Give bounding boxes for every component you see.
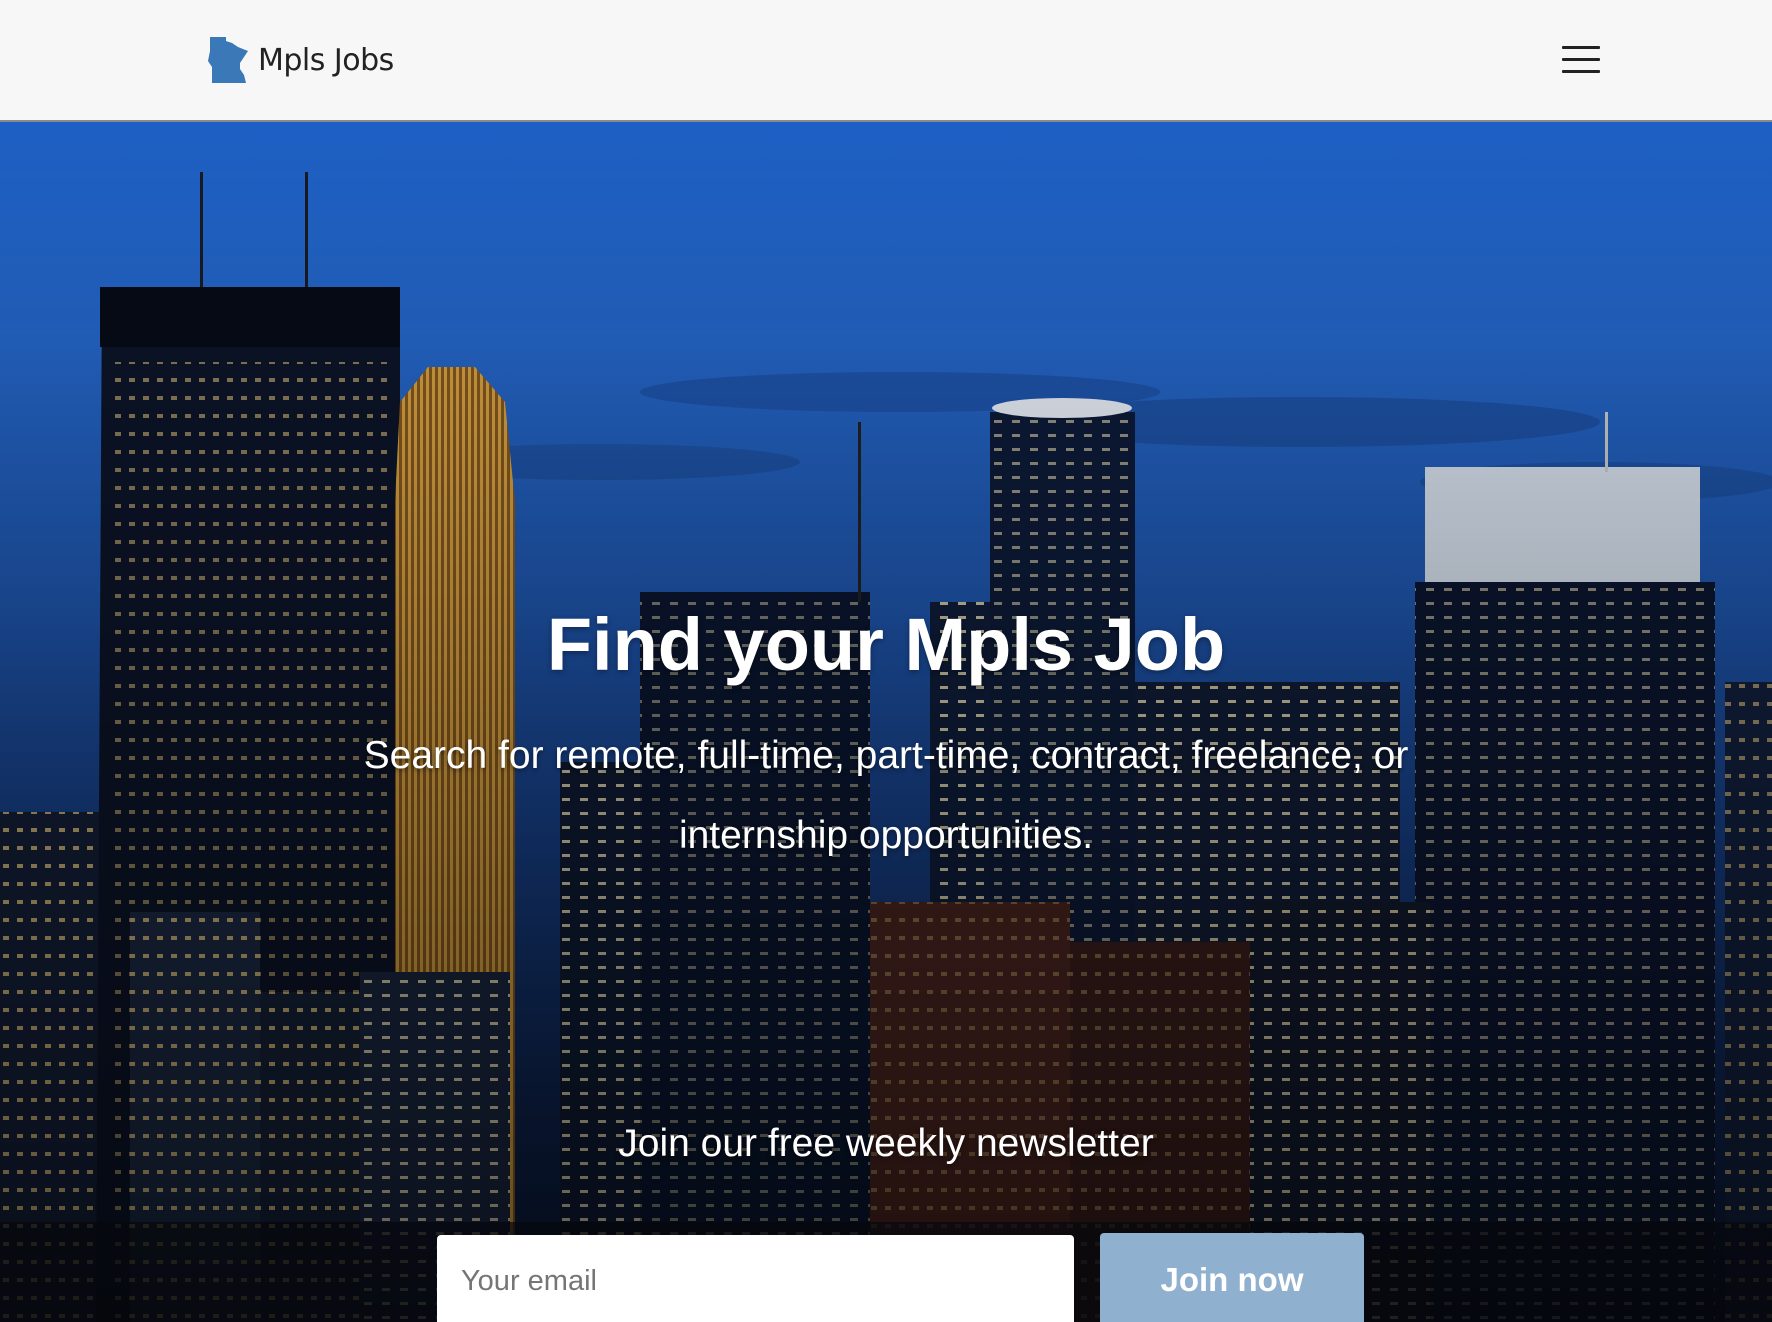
hero-section: Find your Mpls Job Search for remote, fu… [0,122,1772,1322]
navbar: Mpls Jobs [0,0,1772,122]
brand-link[interactable]: Mpls Jobs [208,36,394,84]
join-now-button[interactable]: Join now [1100,1233,1364,1322]
hamburger-menu-button[interactable] [1560,42,1604,78]
email-input[interactable] [437,1235,1074,1322]
minnesota-state-icon [208,37,248,83]
hamburger-menu-icon [1562,46,1600,49]
brand-name: Mpls Jobs [258,42,394,78]
hero-title: Find your Mpls Job [546,603,1226,686]
hero-subtitle: Search for remote, full-time, part-time,… [363,734,1409,857]
newsletter-title: Join our free weekly newsletter [618,1122,1154,1165]
